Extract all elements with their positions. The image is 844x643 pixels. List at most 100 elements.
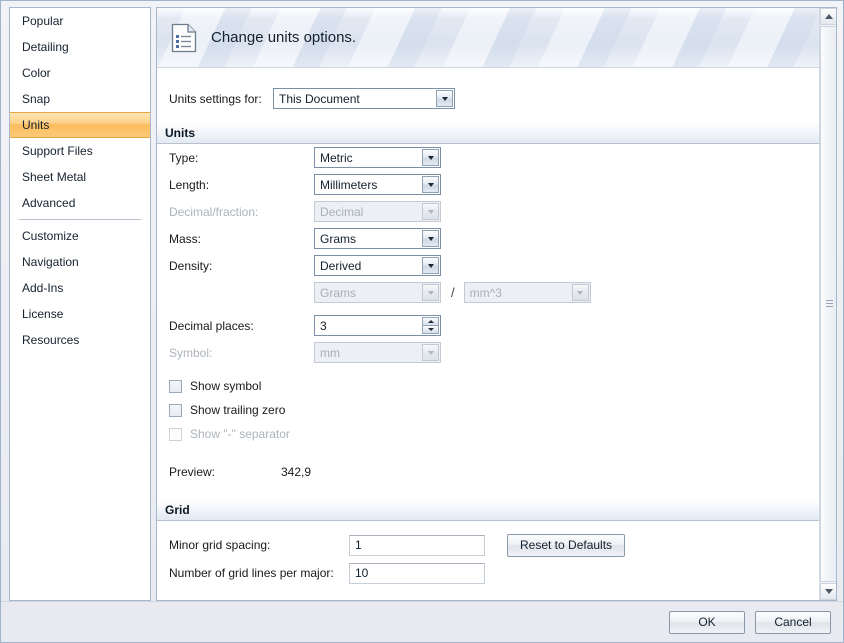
symbol-combo[interactable]: mm — [314, 342, 441, 363]
checkbox-label: Show symbol — [190, 379, 262, 393]
lines-per-major-label: Number of grid lines per major: — [169, 566, 334, 580]
minor-grid-spacing-label: Minor grid spacing: — [169, 538, 271, 552]
preview-row: Preview: 342,9 — [157, 460, 836, 484]
density-denominator-value: mm^3 — [469, 285, 502, 300]
decimal-fraction-combo[interactable]: Decimal — [314, 201, 441, 222]
minor-grid-spacing-input[interactable]: 1 — [349, 534, 485, 556]
decimal-places-row: Decimal places: 3 — [169, 312, 836, 339]
units-section-body: Type: Metric Length: Millimeters Decimal/fra… — [157, 144, 836, 366]
chevron-down-icon[interactable] — [571, 284, 589, 301]
density-separator: / — [451, 285, 455, 300]
checkbox-box-icon[interactable] — [169, 403, 182, 417]
density-numerator-combo[interactable]: Grams — [314, 282, 441, 303]
decimal-fraction-value: Decimal — [320, 204, 364, 219]
vertical-scrollbar[interactable] — [819, 8, 836, 600]
units-settings-for-label: Units settings for: — [169, 91, 262, 106]
decimal-fraction-row: Decimal/fraction: Decimal — [169, 198, 836, 225]
type-row: Type: Metric — [169, 144, 836, 171]
reset-to-defaults-button[interactable]: Reset to Defaults — [507, 533, 626, 557]
units-settings-for-combo[interactable]: This Document — [273, 88, 455, 109]
sidebar-item-customize[interactable]: Customize — [10, 223, 150, 249]
grid-section-header: Grid — [157, 500, 836, 521]
symbol-value: mm — [320, 345, 340, 360]
density-combo[interactable]: Derived — [314, 255, 441, 276]
type-label: Type: — [169, 150, 199, 165]
sidebar-item-advanced[interactable]: Advanced — [10, 190, 150, 216]
chevron-down-icon[interactable] — [422, 203, 439, 220]
decimal-fraction-label: Decimal/fraction: — [169, 204, 259, 219]
sidebar-item-navigation[interactable]: Navigation — [10, 249, 150, 275]
page-title: Change units options. — [211, 29, 357, 46]
sidebar-divider — [19, 219, 141, 220]
decimal-places-label: Decimal places: — [169, 318, 254, 333]
mass-label: Mass: — [169, 231, 202, 246]
options-category-list[interactable]: Popular Detailing Color Snap Units Support Fi… — [9, 7, 151, 601]
options-content-pane: Change units options. Units settings for… — [156, 7, 837, 601]
sidebar-item-units[interactable]: Units — [10, 112, 150, 138]
checkbox-show-trailing-zero[interactable]: Show trailing zero — [157, 398, 836, 422]
length-row: Length: Millimeters — [169, 171, 836, 198]
sidebar-item-detailing[interactable]: Detailing — [10, 34, 150, 60]
length-label: Length: — [169, 177, 210, 192]
checkbox-show-symbol[interactable]: Show symbol — [157, 374, 836, 398]
cancel-button[interactable]: Cancel — [755, 610, 831, 634]
density-numerator-value: Grams — [320, 285, 356, 300]
units-settings-for-value: This Document — [279, 91, 360, 106]
sidebar-item-add-ins[interactable]: Add-Ins — [10, 275, 150, 301]
sidebar-item-color[interactable]: Color — [10, 60, 150, 86]
symbol-label: Symbol: — [169, 345, 213, 360]
checkbox-show-separator[interactable]: Show "-" separator — [157, 422, 836, 446]
scrollbar-thumb[interactable] — [820, 26, 836, 582]
settings-scroll-pane: Units settings for: This Document Units … — [157, 68, 836, 600]
sidebar-item-popular[interactable]: Popular — [10, 8, 150, 34]
dialog-footer: OK Cancel — [1, 601, 843, 642]
lines-per-major-row: Number of grid lines per major: 10 — [169, 559, 836, 587]
lines-per-major-input[interactable]: 10 — [349, 562, 485, 584]
checkbox-box-icon[interactable] — [169, 379, 182, 393]
page-banner: Change units options. — [157, 8, 836, 68]
options-dialog: Popular Detailing Color Snap Units Support Fi… — [0, 0, 844, 643]
chevron-down-icon[interactable] — [422, 344, 439, 361]
type-value: Metric — [320, 150, 353, 165]
chevron-down-icon[interactable] — [422, 284, 439, 301]
chevron-down-icon[interactable] — [436, 90, 453, 107]
sidebar-item-sheet-metal[interactable]: Sheet Metal — [10, 164, 150, 190]
stepper-up-icon[interactable] — [422, 317, 439, 326]
density-row: Density: Derived — [169, 252, 836, 279]
type-combo[interactable]: Metric — [314, 147, 441, 168]
chevron-down-icon[interactable] — [422, 257, 439, 274]
mass-row: Mass: Grams — [169, 225, 836, 252]
length-combo[interactable]: Millimeters — [314, 174, 441, 195]
chevron-down-icon[interactable] — [422, 149, 439, 166]
decimal-places-value: 3 — [320, 318, 327, 333]
density-pair-row: Grams / mm^3 — [169, 279, 836, 306]
stepper-down-icon[interactable] — [422, 326, 439, 334]
mass-combo[interactable]: Grams — [314, 228, 441, 249]
preview-value: 342,9 — [281, 465, 312, 479]
checkbox-label: Show "-" separator — [190, 427, 290, 441]
caret-up-icon[interactable] — [820, 8, 836, 25]
decimal-places-stepper[interactable]: 3 — [314, 315, 441, 336]
minor-grid-spacing-row: Minor grid spacing: 1 Reset to Defaults — [169, 531, 836, 559]
density-value: Derived — [320, 258, 362, 273]
document-lines-icon — [171, 23, 197, 53]
ok-button[interactable]: OK — [669, 610, 745, 634]
sidebar-item-resources[interactable]: Resources — [10, 327, 150, 353]
preview-label: Preview: — [169, 465, 216, 479]
scrollbar-grip-icon — [826, 300, 833, 308]
sidebar-item-snap[interactable]: Snap — [10, 86, 150, 112]
chevron-down-icon[interactable] — [422, 176, 439, 193]
sidebar-item-license[interactable]: License — [10, 301, 150, 327]
units-section-header: Units — [157, 123, 836, 144]
checkbox-box-icon[interactable] — [169, 427, 182, 441]
checkbox-label: Show trailing zero — [190, 403, 286, 417]
density-label: Density: — [169, 258, 213, 273]
chevron-down-icon[interactable] — [422, 230, 439, 247]
density-denominator-combo[interactable]: mm^3 — [463, 282, 591, 303]
units-settings-for-row: Units settings for: This Document — [157, 68, 836, 109]
sidebar-item-support-files[interactable]: Support Files — [10, 138, 150, 164]
mass-value: Grams — [320, 231, 356, 246]
grid-section-body: Minor grid spacing: 1 Reset to Defaults … — [157, 521, 836, 587]
length-value: Millimeters — [320, 177, 378, 192]
caret-down-icon[interactable] — [820, 583, 836, 600]
